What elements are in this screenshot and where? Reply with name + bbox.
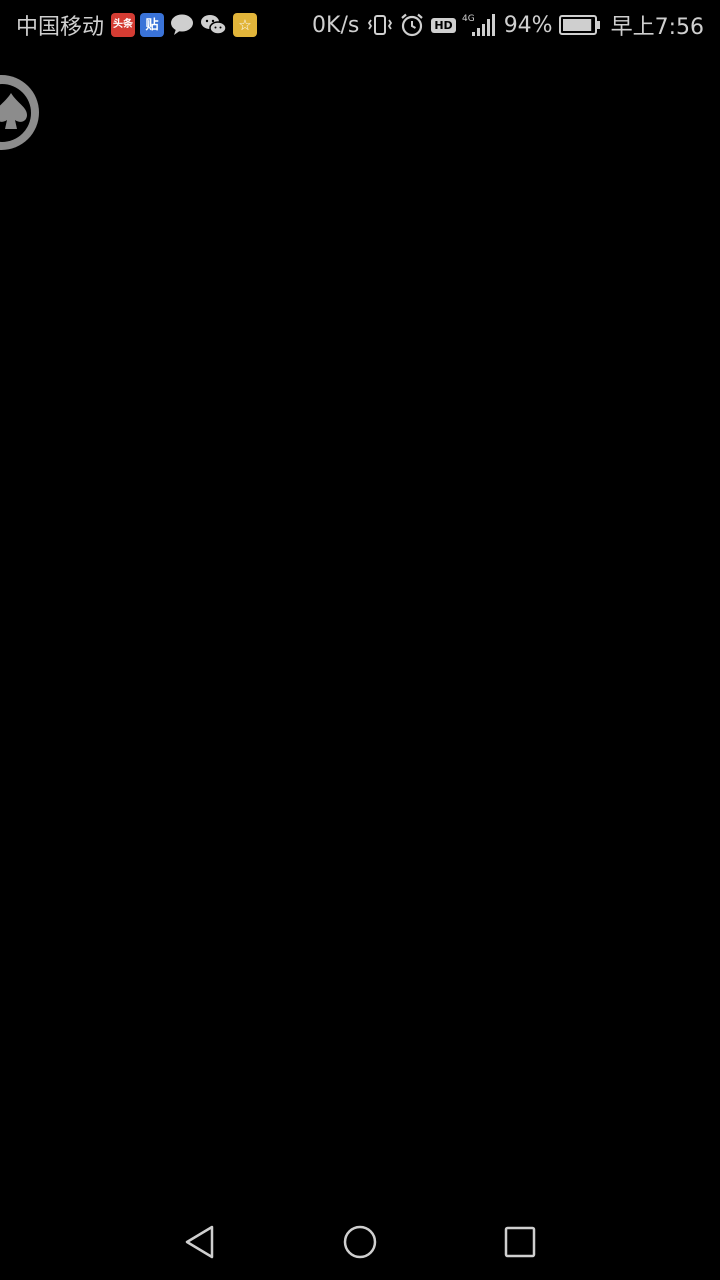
home-button[interactable] <box>280 1208 440 1280</box>
wechat-icon <box>200 13 228 37</box>
message-bubble-icon <box>169 13 195 37</box>
floating-assistive-ball[interactable] <box>0 75 39 150</box>
carrier-label: 中国移动 <box>16 15 105 40</box>
alarm-clock-icon <box>399 12 425 38</box>
status-bar: 中国移动 头条 贴 ☆ 0K/s HD 4G 94% 早上7:56 <box>0 0 720 50</box>
navigation-bar <box>0 1208 720 1280</box>
tieba-app-icon: 贴 <box>140 13 165 37</box>
toutiao-app-icon: 头条 <box>111 13 136 37</box>
back-triangle-icon <box>183 1224 217 1264</box>
network-type-label: 4G <box>462 14 475 24</box>
star-app-icon: ☆ <box>233 13 258 37</box>
vibrate-icon <box>367 12 393 38</box>
net-speed-label: 0K/s <box>312 12 360 38</box>
floating-ball-inner <box>0 83 31 142</box>
battery-percent-label: 94% <box>503 12 553 38</box>
screen: 中国移动 头条 贴 ☆ 0K/s HD 4G 94% 早上7:56 <box>0 0 720 1280</box>
clock-time: 早上7:56 <box>610 15 704 40</box>
signal-4g-icon: 4G <box>462 12 498 38</box>
status-bar-left: 中国移动 头条 贴 ☆ <box>0 0 258 50</box>
hd-voice-badge: HD <box>431 17 456 33</box>
recents-square-icon <box>503 1225 537 1263</box>
back-button[interactable] <box>120 1208 280 1280</box>
recents-button[interactable] <box>440 1208 600 1280</box>
battery-icon <box>558 14 601 36</box>
home-circle-icon <box>342 1224 378 1264</box>
status-bar-right: 0K/s HD 4G 94% 早上7:56 <box>312 0 720 50</box>
spade-icon <box>0 89 31 137</box>
